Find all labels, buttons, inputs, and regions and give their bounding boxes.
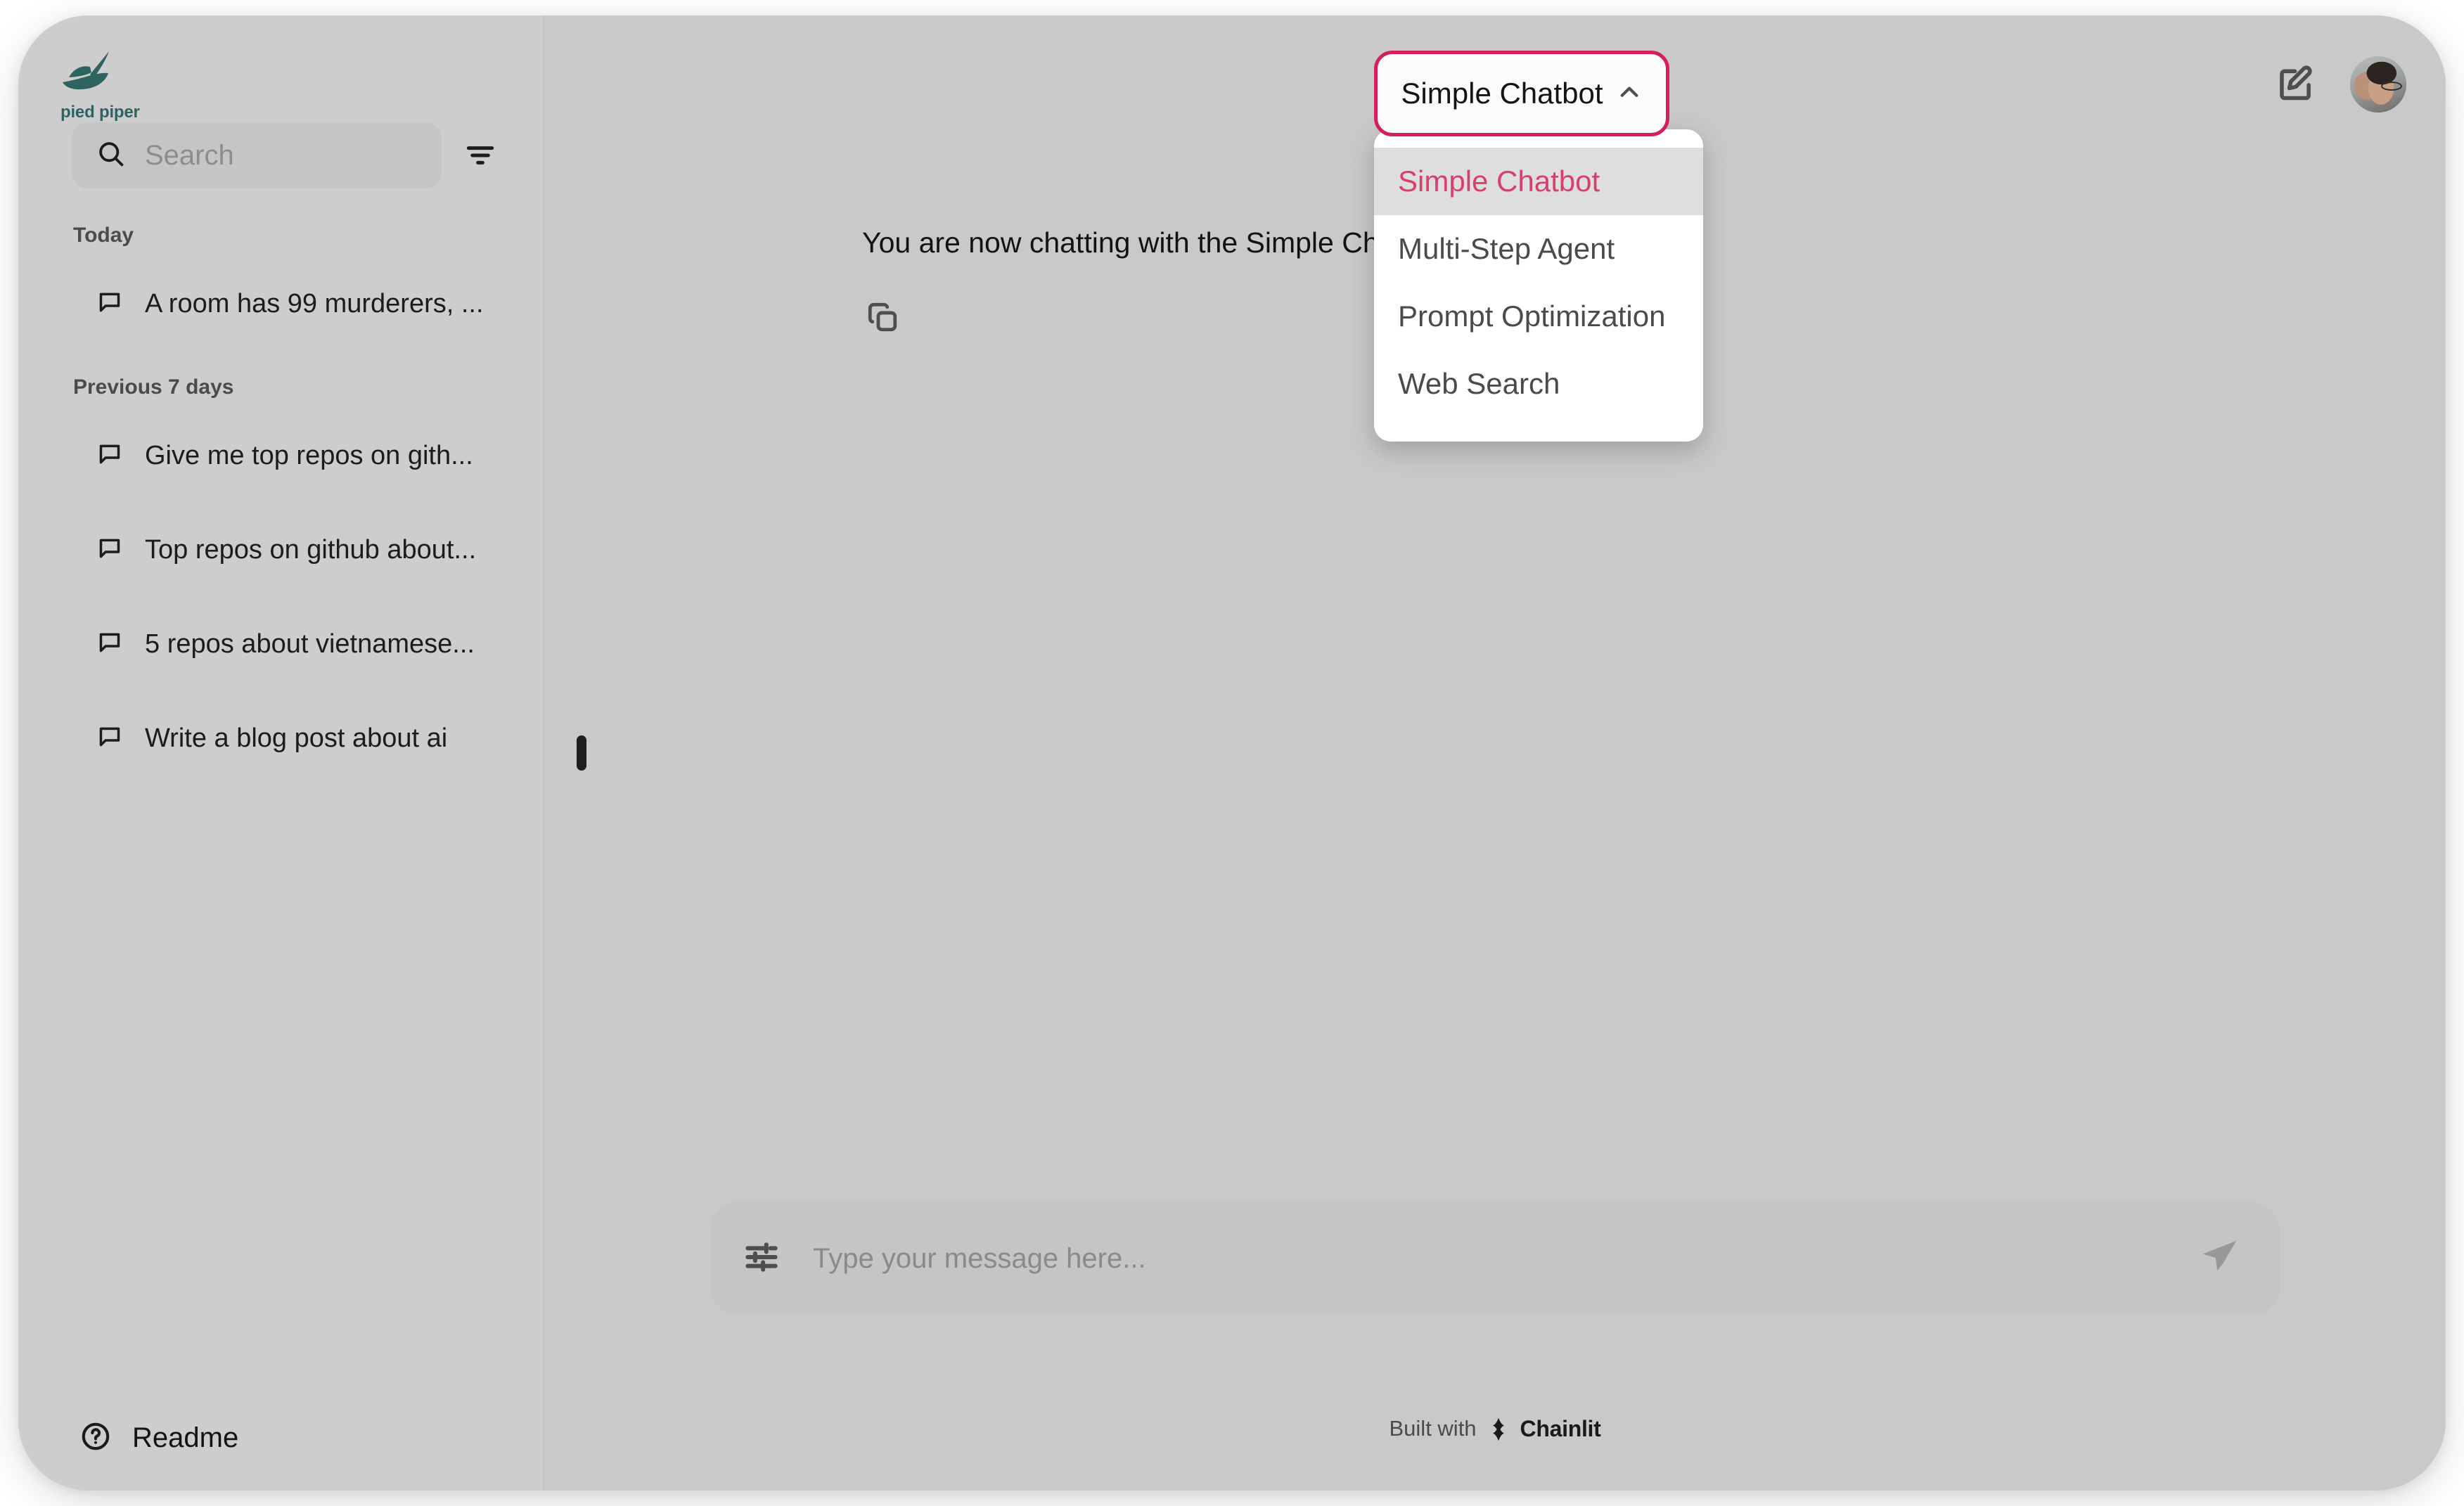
brand-logo: pied piper (18, 15, 543, 122)
dropdown-option-label: Prompt Optimization (1398, 300, 1666, 333)
send-button[interactable] (2197, 1235, 2243, 1282)
conversation-title: Give me top repos on gith... (145, 440, 473, 470)
chat-profile-trigger-button[interactable]: Simple Chatbot (1374, 51, 1669, 136)
list-item[interactable]: Give me top repos on gith... (18, 423, 543, 488)
search-input[interactable]: Search (72, 122, 442, 188)
footer-brand: Chainlit (1520, 1416, 1601, 1441)
chainlit-logo-icon (1487, 1416, 1510, 1446)
group-label-today: Today (73, 224, 134, 247)
avatar[interactable] (2350, 56, 2406, 112)
group-label-previous-7-days: Previous 7 days (73, 375, 234, 399)
conversation-title: Write a blog post about ai (145, 723, 448, 753)
list-item[interactable]: Write a blog post about ai (18, 706, 543, 771)
readme-button[interactable]: Readme (18, 1385, 543, 1491)
composer-settings-button[interactable] (738, 1235, 785, 1282)
readme-label: Readme (132, 1422, 239, 1453)
chat-bubble-icon (96, 629, 124, 660)
message-composer[interactable]: Type your message here... (710, 1202, 2280, 1315)
sidebar-resize-handle[interactable] (577, 735, 586, 771)
chat-bubble-icon (96, 534, 124, 566)
topbar-actions (2274, 56, 2406, 112)
screenshot-root: pied piper Search Today A room has 99 mu… (0, 0, 2464, 1506)
list-item[interactable]: 5 repos about vietnamese... (18, 612, 543, 676)
sliders-icon (742, 1237, 781, 1280)
conversation-list[interactable]: Today A room has 99 murderers, ... Previ… (18, 190, 543, 1385)
dropdown-option-multi-step-agent[interactable]: Multi-Step Agent (1374, 215, 1703, 283)
footer: Built with Chainlit (544, 1413, 2446, 1491)
message-input-placeholder[interactable]: Type your message here... (813, 1243, 2169, 1275)
brand-name: pied piper (60, 103, 140, 122)
new-chat-button[interactable] (2274, 63, 2318, 106)
pied-piper-logo-icon (59, 49, 543, 101)
list-item[interactable]: Top repos on github about... (18, 517, 543, 582)
dropdown-option-prompt-optimization[interactable]: Prompt Optimization (1374, 283, 1703, 350)
conversation-title: A room has 99 murderers, ... (145, 288, 484, 318)
chat-profile-dropdown-menu[interactable]: Simple Chatbot Multi-Step Agent Prompt O… (1374, 129, 1703, 442)
chat-bubble-icon (96, 723, 124, 754)
dropdown-option-label: Multi-Step Agent (1398, 232, 1615, 265)
dropdown-option-label: Web Search (1398, 367, 1560, 400)
app-window: pied piper Search Today A room has 99 mu… (18, 15, 2446, 1491)
conversation-title: Top repos on github about... (145, 534, 477, 565)
footer-built-with: Built with (1389, 1416, 1477, 1441)
composer-area: Type your message here... (544, 1202, 2446, 1413)
send-plane-icon (2198, 1235, 2242, 1282)
chat-profile-selected-label: Simple Chatbot (1401, 77, 1603, 110)
chat-profile-selector: Simple Chatbot Multi-Step Agent Prompt O… (1374, 51, 1703, 442)
dropdown-option-label: Simple Chatbot (1398, 165, 1600, 198)
list-item[interactable]: A room has 99 murderers, ... (18, 271, 543, 336)
edit-square-icon (2276, 63, 2316, 107)
chat-bubble-icon (96, 440, 124, 472)
search-placeholder: Search (145, 139, 234, 171)
copy-icon (864, 299, 901, 339)
dropdown-option-simple-chatbot[interactable]: Simple Chatbot (1374, 148, 1703, 215)
search-row: Search (18, 121, 543, 190)
filter-icon[interactable] (460, 135, 501, 176)
sidebar: pied piper Search Today A room has 99 mu… (18, 15, 544, 1491)
dropdown-option-web-search[interactable]: Web Search (1374, 350, 1703, 418)
conversation-title: 5 repos about vietnamese... (145, 629, 475, 659)
search-icon (96, 139, 127, 173)
copy-message-button[interactable] (862, 298, 903, 339)
chevron-up-icon (1616, 79, 1643, 109)
avatar-glasses (2381, 82, 2402, 91)
chat-bubble-icon (96, 288, 124, 320)
help-circle-icon (79, 1420, 113, 1457)
